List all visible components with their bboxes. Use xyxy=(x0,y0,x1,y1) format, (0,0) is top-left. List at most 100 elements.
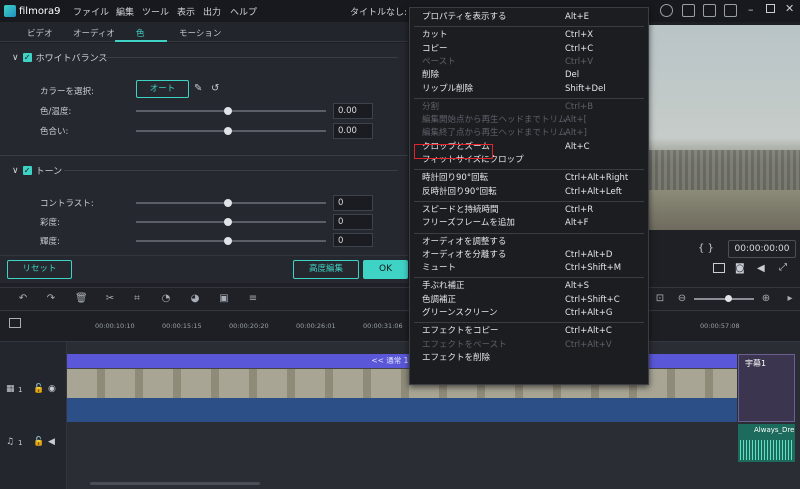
redo-icon[interactable]: ↷ xyxy=(45,293,57,305)
ruler-tick: 00:00:20:20 xyxy=(229,322,269,330)
context-menu-item[interactable]: ミュート Ctrl+Shift+M xyxy=(410,262,648,275)
lock-icon[interactable]: 🔓 xyxy=(33,437,44,447)
context-menu-item-shortcut: Ctrl+Alt+V xyxy=(565,339,612,350)
ok-button[interactable]: OK xyxy=(363,260,408,279)
crop-icon[interactable]: ⌗ xyxy=(131,293,143,305)
context-menu-item-label: スピードと持続時間 xyxy=(422,204,499,215)
undo-icon[interactable]: ↶ xyxy=(17,293,29,305)
tint-slider-handle[interactable] xyxy=(224,127,232,135)
menu-separator xyxy=(414,26,644,28)
menu-file[interactable]: ファイル xyxy=(73,5,109,18)
brightness-input[interactable]: 0 xyxy=(333,233,373,247)
context-menu-item-label: コピー xyxy=(422,43,448,54)
brightness-slider-handle[interactable] xyxy=(224,237,232,245)
lock-icon[interactable]: 🔓 xyxy=(33,384,44,394)
brightness-label: 輝度: xyxy=(40,237,60,247)
player-controls xyxy=(649,230,800,286)
green-screen-icon[interactable]: ▣ xyxy=(218,293,230,305)
temperature-input[interactable]: 0.00 xyxy=(333,103,373,119)
reset-button[interactable]: リセット xyxy=(7,260,72,279)
context-menu-item[interactable]: 時計回り90°回転 Ctrl+Alt+Right xyxy=(410,172,648,185)
context-menu-item[interactable]: グリーンスクリーン Ctrl+Alt+G xyxy=(410,307,648,320)
account-icon[interactable] xyxy=(660,4,673,17)
tone-header[interactable]: ∨ ✓ トーン xyxy=(12,164,62,178)
snapshot-icon[interactable]: ◙ xyxy=(735,263,745,274)
minimize-icon[interactable]: – xyxy=(748,3,754,16)
eyedropper-icon[interactable]: ✎ xyxy=(194,83,202,94)
zoom-out-icon[interactable]: ⊖ xyxy=(676,293,688,305)
mark-in-out-icon[interactable]: { } xyxy=(698,243,714,254)
timecode-display: 00:00:00:00 xyxy=(728,240,796,258)
advanced-edit-button[interactable]: 高度編集 xyxy=(293,260,359,279)
tint-input[interactable]: 0.00 xyxy=(333,123,373,139)
menu-edit[interactable]: 編集 xyxy=(116,5,134,18)
adjust-icon[interactable]: ≡ xyxy=(247,293,259,305)
context-menu-item[interactable]: プロパティを表示する Alt+E xyxy=(410,11,648,24)
fit-timeline-icon[interactable]: ⊡ xyxy=(654,293,666,305)
temperature-slider-handle[interactable] xyxy=(224,107,232,115)
context-menu-item-shortcut: Shift+Del xyxy=(565,83,606,94)
contrast-slider-handle[interactable] xyxy=(224,199,232,207)
tab-audio[interactable]: オーディオ xyxy=(73,27,115,39)
menu-view[interactable]: 表示 xyxy=(177,5,195,18)
volume-icon[interactable]: ◀ xyxy=(757,263,765,274)
cut-icon[interactable]: ✂ xyxy=(104,293,116,305)
delete-icon[interactable]: 🗑 xyxy=(75,293,88,305)
menu-help[interactable]: ヘルプ xyxy=(230,5,257,18)
context-menu-item[interactable]: オーディオを分離する Ctrl+Alt+D xyxy=(410,249,648,262)
context-menu-item[interactable]: コピー Ctrl+C xyxy=(410,43,648,56)
context-menu-item[interactable]: エフェクトを削除 xyxy=(410,352,648,365)
display-settings-icon[interactable] xyxy=(713,263,725,273)
tab-color[interactable]: 色 xyxy=(136,27,145,39)
saturation-slider-handle[interactable] xyxy=(224,218,232,226)
context-menu-item[interactable]: 手ぶれ補正 Alt+S xyxy=(410,280,648,293)
tab-video[interactable]: ビデオ xyxy=(27,27,53,39)
reset-rotate-icon[interactable]: ↺ xyxy=(211,83,219,94)
zoom-in-icon[interactable]: ⊕ xyxy=(760,293,772,305)
auto-button[interactable]: オート xyxy=(136,80,189,98)
context-menu-item[interactable]: スピードと持続時間 Ctrl+R xyxy=(410,204,648,217)
context-menu-item[interactable]: 色調補正 Ctrl+Shift+C xyxy=(410,294,648,307)
context-menu-item[interactable]: フリーズフレームを追加 Alt+F xyxy=(410,217,648,230)
zoom-slider[interactable] xyxy=(694,298,754,300)
save-icon[interactable] xyxy=(682,4,695,17)
menu-export[interactable]: 出力 xyxy=(203,5,221,18)
ruler-tick: 00:00:10:10 xyxy=(95,322,135,330)
contrast-input[interactable]: 0 xyxy=(333,195,373,211)
mail-icon[interactable] xyxy=(703,4,716,17)
tab-motion[interactable]: モーション xyxy=(179,27,221,39)
context-menu-item[interactable]: カット Ctrl+X xyxy=(410,29,648,42)
white-balance-header[interactable]: ∨ ✓ ホワイトバランス xyxy=(12,51,107,65)
saturation-input[interactable]: 0 xyxy=(333,214,373,230)
color-icon[interactable]: ◕ xyxy=(189,293,201,305)
tone-checkbox[interactable]: ✓ xyxy=(22,166,32,175)
white-balance-checkbox[interactable]: ✓ xyxy=(22,53,32,62)
timeline-scrollbar[interactable] xyxy=(90,482,260,485)
close-icon[interactable]: ✕ xyxy=(785,2,794,15)
add-track-icon[interactable] xyxy=(9,318,21,328)
context-menu-item[interactable]: 削除 Del xyxy=(410,69,648,82)
title-clip[interactable]: 宇幕1 xyxy=(738,354,795,422)
context-menu: プロパティを表示する Alt+E カット Ctrl+X コピー Ctrl+C ペースト Ctr… xyxy=(409,7,649,385)
context-menu-item[interactable]: リップル削除 Shift+Del xyxy=(410,83,648,96)
maximize-icon[interactable] xyxy=(766,4,775,13)
context-menu-item-shortcut: Alt+F xyxy=(565,218,589,229)
video-clip-lower[interactable] xyxy=(67,398,737,422)
context-menu-item-shortcut: Del xyxy=(565,70,580,81)
fullscreen-icon[interactable]: ⤢ xyxy=(779,262,787,273)
menu-tools[interactable]: ツール xyxy=(142,5,169,18)
divider xyxy=(64,170,398,171)
context-menu-item-label: 時計回り90°回転 xyxy=(422,173,489,184)
context-menu-item-label: エフェクトをコピー xyxy=(422,326,499,337)
context-menu-item: 編集開始点から再生ヘッドまでトリム Alt+[ xyxy=(410,114,648,127)
cart-icon[interactable] xyxy=(724,4,737,17)
speed-icon[interactable]: ◔ xyxy=(160,293,172,305)
context-menu-item[interactable]: オーディオを調整する xyxy=(410,236,648,249)
more-icon[interactable]: ▸ xyxy=(784,293,796,305)
context-menu-item[interactable]: 反時計回り90°回転 Ctrl+Alt+Left xyxy=(410,186,648,199)
eye-icon[interactable]: ◉ xyxy=(48,384,56,394)
context-menu-item[interactable]: エフェクトをコピー Ctrl+Alt+C xyxy=(410,325,648,338)
speaker-icon[interactable]: ◀ xyxy=(48,437,55,447)
context-menu-item-label: グリーンスクリーン xyxy=(422,308,498,318)
zoom-slider-handle[interactable] xyxy=(725,295,732,302)
